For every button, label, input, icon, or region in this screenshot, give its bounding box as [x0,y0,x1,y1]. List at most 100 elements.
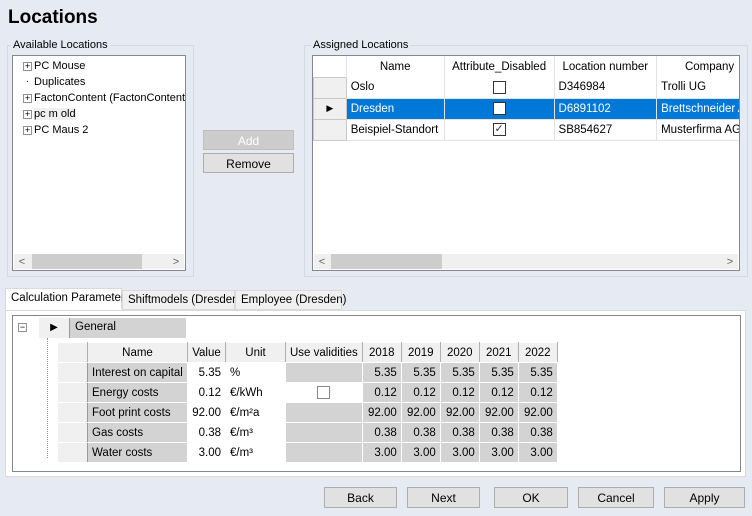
cell-year[interactable]: 92.00 [517,402,558,423]
cell-number[interactable]: D6891102 [554,98,658,120]
cell-company[interactable]: Brettschneider A [656,98,739,120]
cell-year[interactable]: 0.12 [400,382,441,403]
table-row[interactable]: ▶ Dresden D6891102 Brettschneider A [313,97,739,120]
row-header[interactable] [57,442,88,463]
cell-value[interactable]: 0.12 [187,382,226,403]
tree-item[interactable]: + PC Mouse [23,58,85,74]
cell-year[interactable]: 0.38 [400,422,441,443]
cell-year[interactable]: 5.35 [478,362,519,383]
table-row[interactable]: Interest on capital 5.35 % 5.35 5.35 5.35 5… [57,362,558,383]
tree-hscrollbar[interactable]: < > [14,254,184,269]
cell-year[interactable]: 3.00 [400,442,441,463]
column-header[interactable]: Value [187,342,226,363]
cell-value[interactable]: 0.38 [187,422,226,443]
cell-unit[interactable]: €/m³ [225,422,286,443]
row-header[interactable] [57,402,88,423]
cell-company[interactable]: Trolli UG [656,77,739,99]
tree-item[interactable]: + PC Maus 2 [23,122,88,138]
cell-unit[interactable]: €/m³ [225,442,286,463]
cell-use-validities[interactable] [285,442,363,463]
cell-year[interactable]: 3.00 [517,442,558,463]
scroll-thumb[interactable] [331,254,442,269]
cell-year[interactable]: 0.12 [361,382,402,403]
cell-year[interactable]: 92.00 [478,402,519,423]
row-header[interactable] [313,118,347,141]
cell-use-validities[interactable] [285,402,363,423]
cell-year[interactable]: 0.38 [439,422,480,443]
cell-unit[interactable]: % [225,362,286,383]
column-header[interactable]: Attribute_Disabled [444,56,555,77]
calc-grid[interactable]: − ▶ General Name Value Unit Use validiti… [12,315,741,472]
cell-disabled[interactable] [444,77,555,99]
cell-use-validities[interactable] [285,422,363,443]
cell-year[interactable]: 0.38 [478,422,519,443]
row-header[interactable] [57,362,88,383]
expand-icon[interactable]: + [23,93,32,103]
scroll-left-icon[interactable]: < [14,254,30,270]
row-header[interactable] [57,422,88,443]
cell-unit[interactable]: €/kWh [225,382,286,403]
assigned-locations-grid[interactable]: Name Attribute_Disabled Location number … [312,55,740,271]
cell-year[interactable]: 92.00 [439,402,480,423]
table-row[interactable]: Energy costs 0.12 €/kWh 0.12 0.12 0.12 0.12… [57,382,558,403]
cell-year[interactable]: 92.00 [361,402,402,423]
add-button[interactable]: Add [203,130,294,150]
cell-year[interactable]: 3.00 [361,442,402,463]
checkbox[interactable] [317,386,331,399]
scroll-left-icon[interactable]: < [314,254,330,270]
cell-year[interactable]: 5.35 [517,362,558,383]
column-header[interactable]: Unit [225,342,286,363]
cell-disabled[interactable]: ✓ [444,119,555,141]
tree-item[interactable]: + pc m old [23,106,76,122]
column-header[interactable]: 2021 [478,342,519,363]
cancel-button[interactable]: Cancel [578,487,654,508]
ok-button[interactable]: OK [494,487,568,508]
checkbox[interactable] [492,102,506,115]
expand-icon[interactable]: + [23,61,32,71]
remove-button[interactable]: Remove [203,153,294,173]
scroll-thumb[interactable] [32,254,142,269]
available-locations-tree[interactable]: + PC Mouse · Duplicates + FactonContent (Fact… [12,55,186,271]
cell-year[interactable]: 0.38 [517,422,558,443]
checkbox[interactable]: ✓ [492,123,506,136]
cell-number[interactable]: SB854627 [554,119,658,141]
cell-use-validities[interactable] [285,382,363,403]
cell-year[interactable]: 0.12 [517,382,558,403]
back-button[interactable]: Back [324,487,397,508]
cell-value[interactable]: 5.35 [187,362,226,383]
cell-year[interactable]: 5.35 [439,362,480,383]
column-header[interactable]: Name [346,56,445,77]
tab-shiftmodels[interactable]: Shiftmodels (Dresden) [122,290,242,310]
row-header[interactable]: ▶ [313,97,347,120]
checkbox[interactable] [492,80,506,94]
cell-year[interactable]: 5.35 [361,362,402,383]
table-row[interactable]: Gas costs 0.38 €/m³ 0.38 0.38 0.38 0.38 0.38 [57,422,558,443]
cell-year[interactable]: 0.12 [439,382,480,403]
grid-hscrollbar[interactable]: < > [314,254,738,269]
cell-name[interactable]: Beispiel-Standort [346,119,445,141]
column-header[interactable]: Name [87,342,188,363]
cell-year[interactable]: 5.35 [400,362,441,383]
cell-year[interactable]: 0.12 [478,382,519,403]
tree-item[interactable]: · Duplicates [23,74,85,90]
table-row[interactable]: Water costs 3.00 €/m³ 3.00 3.00 3.00 3.00 3.… [57,442,558,463]
tree-item[interactable]: + FactonContent (FactonContent [23,90,185,106]
cell-name[interactable]: Dresden [346,98,445,120]
cell-year[interactable]: 3.00 [478,442,519,463]
table-row[interactable]: Beispiel-Standort ✓ SB854627 Musterfirma… [313,118,739,141]
cell-value[interactable]: 92.00 [187,402,226,423]
table-row[interactable]: Oslo D346984 Trolli UG [313,76,739,99]
row-header[interactable] [313,76,347,99]
column-header[interactable]: 2022 [517,342,558,363]
cell-year[interactable]: 3.00 [439,442,480,463]
cell-value[interactable]: 3.00 [187,442,226,463]
apply-button[interactable]: Apply [664,487,745,508]
expand-icon[interactable]: + [23,109,32,119]
scroll-right-icon[interactable]: > [168,254,184,270]
expand-icon[interactable]: + [23,125,32,135]
column-header[interactable]: 2018 [361,342,402,363]
tab-calculation-parameter[interactable]: Calculation Parameter [5,288,125,310]
column-header[interactable]: 2020 [439,342,480,363]
cell-number[interactable]: D346984 [554,77,658,99]
cell-company[interactable]: Musterfirma AG [656,119,739,141]
